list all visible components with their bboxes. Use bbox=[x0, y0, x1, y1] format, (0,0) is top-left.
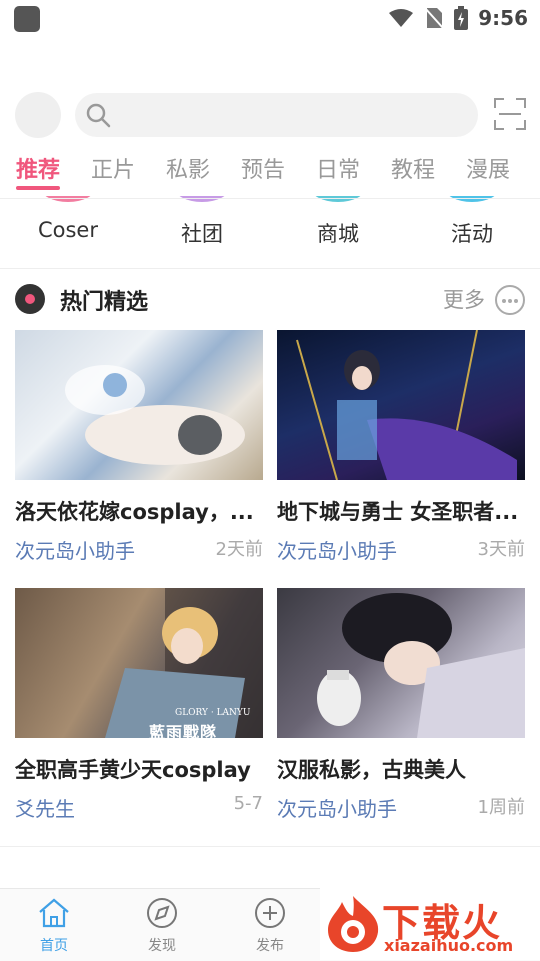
cosplay-photo bbox=[65, 365, 245, 465]
app-notification-icon bbox=[14, 6, 40, 32]
post-card[interactable]: 汉服私影，古典美人 次元岛小助手 1周前 bbox=[277, 588, 525, 828]
overlay-caption-en: GLORY · LANYU bbox=[175, 708, 251, 718]
post-time: 1周前 bbox=[477, 797, 525, 818]
tab-daily[interactable]: 日常 bbox=[316, 152, 360, 184]
clock: 9:56 bbox=[478, 6, 528, 30]
flame-logo-icon bbox=[328, 896, 379, 952]
no-sim-icon bbox=[424, 7, 444, 29]
post-title[interactable]: 洛天依花嫁cosplay，... bbox=[15, 496, 263, 526]
post-image[interactable]: GLORY · LANYU 藍雨戰隊 bbox=[15, 588, 263, 738]
status-bar: 9:56 bbox=[0, 0, 540, 36]
home-icon bbox=[39, 898, 69, 928]
nav-label: 首页 bbox=[40, 938, 68, 954]
tab-feature[interactable]: 正片 bbox=[91, 152, 135, 184]
divider bbox=[0, 268, 540, 269]
record-icon bbox=[15, 284, 45, 314]
brand-url: xiazaihuo.com bbox=[384, 936, 514, 955]
post-time: 5-7 bbox=[233, 793, 263, 814]
avatar[interactable] bbox=[15, 92, 61, 138]
watermark-logo: 下载火 xiazaihuo.com bbox=[320, 888, 540, 960]
post-card[interactable]: GLORY · LANYU 藍雨戰隊 全职高手黄少天cosplay 爻先生 5-… bbox=[15, 588, 263, 828]
wifi-icon bbox=[389, 9, 414, 27]
post-card[interactable]: 地下城与勇士 女圣职者... 次元岛小助手 3天前 bbox=[277, 330, 525, 570]
category-event[interactable]: 活动 bbox=[417, 218, 527, 248]
active-tab-indicator bbox=[16, 186, 60, 190]
search-icon bbox=[86, 103, 111, 128]
post-time: 2天前 bbox=[215, 539, 263, 560]
hot-picks-header: 热门精选 更多 bbox=[0, 280, 540, 320]
post-author[interactable]: 次元岛小助手 bbox=[277, 793, 397, 822]
divider bbox=[0, 198, 540, 199]
category-mall[interactable]: 商城 bbox=[283, 218, 393, 248]
mall-icon[interactable] bbox=[310, 196, 366, 202]
event-icon[interactable] bbox=[444, 196, 500, 202]
post-image[interactable] bbox=[277, 588, 525, 738]
nav-publish[interactable]: 发布 bbox=[230, 897, 310, 955]
tab-private[interactable]: 私影 bbox=[166, 152, 210, 184]
cosplay-photo bbox=[317, 593, 525, 738]
tab-preview[interactable]: 预告 bbox=[241, 152, 285, 184]
post-author[interactable]: 次元岛小助手 bbox=[277, 535, 397, 564]
post-time: 3天前 bbox=[477, 539, 525, 560]
battery-icon bbox=[454, 6, 469, 30]
divider bbox=[0, 846, 540, 847]
post-image[interactable] bbox=[15, 330, 263, 480]
category-coser[interactable]: Coser bbox=[13, 218, 123, 242]
overlay-caption-cn: 藍雨戰隊 bbox=[149, 723, 218, 738]
tab-tutorial[interactable]: 教程 bbox=[391, 152, 435, 184]
header bbox=[0, 92, 540, 138]
post-image[interactable] bbox=[277, 330, 525, 480]
category-shortcuts: Coser 社团 商城 活动 bbox=[0, 196, 540, 268]
post-card[interactable]: 洛天依花嫁cosplay，... 次元岛小助手 2天前 bbox=[15, 330, 263, 570]
category-club[interactable]: 社团 bbox=[147, 218, 257, 248]
post-title[interactable]: 全职高手黄少天cosplay bbox=[15, 754, 263, 784]
search-input[interactable] bbox=[75, 93, 478, 137]
post-title[interactable]: 地下城与勇士 女圣职者... bbox=[277, 496, 525, 526]
more-dots-icon[interactable] bbox=[494, 284, 526, 316]
post-author[interactable]: 爻先生 bbox=[15, 793, 75, 822]
scan-icon[interactable] bbox=[494, 98, 526, 130]
nav-home[interactable]: 首页 bbox=[14, 897, 94, 955]
more-link[interactable]: 更多 bbox=[443, 284, 485, 314]
club-icon[interactable] bbox=[174, 196, 230, 202]
nav-label: 发现 bbox=[148, 938, 176, 954]
section-title: 热门精选 bbox=[60, 290, 149, 315]
post-title[interactable]: 汉服私影，古典美人 bbox=[277, 754, 525, 784]
coser-icon[interactable] bbox=[40, 196, 96, 202]
tab-comic-expo[interactable]: 漫展 bbox=[466, 152, 510, 184]
tab-recommend[interactable]: 推荐 bbox=[16, 152, 60, 184]
nav-label: 发布 bbox=[256, 938, 284, 954]
cosplay-photo bbox=[296, 330, 517, 480]
category-tabs: 推荐 正片 私影 预告 日常 教程 漫展 bbox=[0, 146, 540, 192]
nav-discover[interactable]: 发现 bbox=[122, 897, 202, 955]
plus-circle-icon bbox=[255, 898, 285, 928]
compass-icon bbox=[147, 898, 177, 928]
post-author[interactable]: 次元岛小助手 bbox=[15, 535, 135, 564]
